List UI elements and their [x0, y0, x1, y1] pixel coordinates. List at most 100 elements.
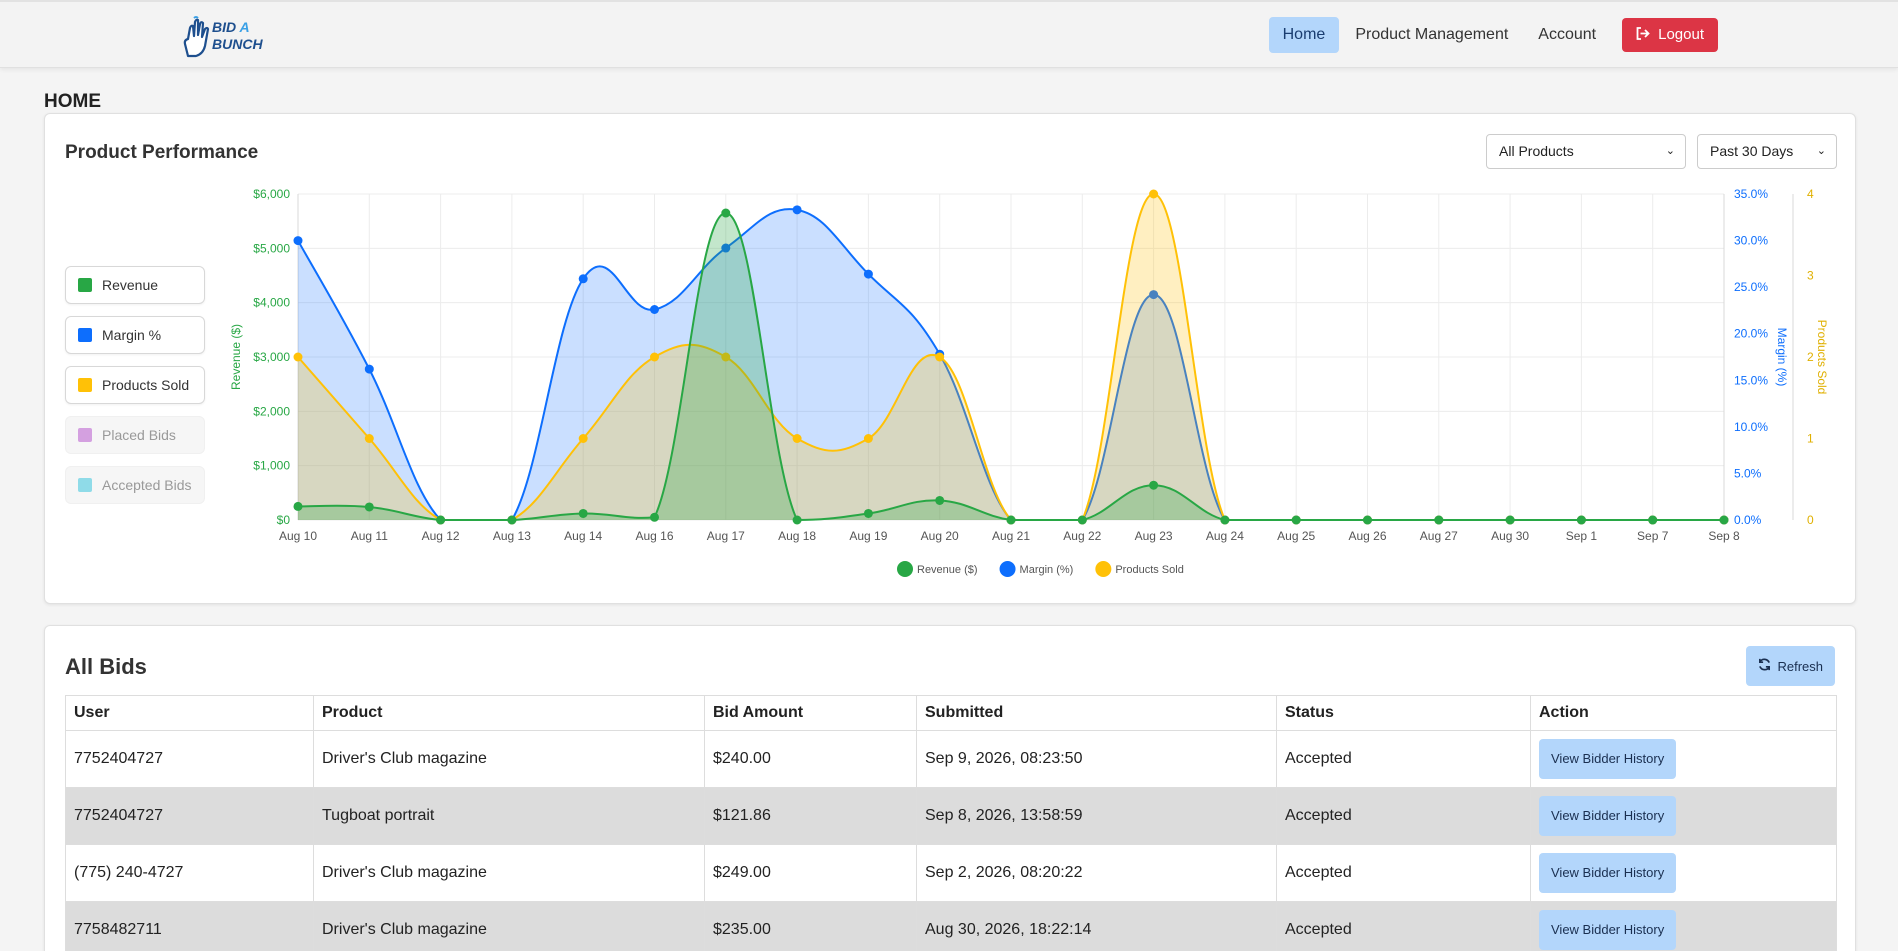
cell-action: View Bidder History [1530, 901, 1837, 951]
cell-product: Driver's Club magazine [313, 730, 705, 788]
y-tick-label-products-sold: 3 [1807, 269, 1814, 283]
data-point-revenue [1719, 515, 1729, 525]
y-tick-label-margin: 10.0% [1734, 420, 1768, 434]
bids-table: User Product Bid Amount Submitted Status… [65, 695, 1837, 951]
data-point-revenue [1648, 515, 1658, 525]
legend-marker-revenue [897, 561, 913, 577]
view-bidder-history-button[interactable]: View Bidder History [1539, 796, 1677, 836]
y-tick-label-margin: 5.0% [1734, 466, 1762, 480]
cell-action: View Bidder History [1530, 844, 1837, 902]
data-point-margin [578, 274, 588, 284]
nav-home[interactable]: Home [1268, 17, 1340, 53]
y-tick-label-revenue: $1,000 [253, 459, 290, 473]
x-tick-label: Sep 7 [1637, 529, 1669, 543]
column-header-submitted: Submitted [916, 695, 1277, 731]
navbar: BID A BUNCH Home Product Management Acco… [0, 0, 1898, 68]
y-tick-label-margin: 20.0% [1734, 327, 1768, 341]
x-tick-label: Aug 12 [422, 529, 460, 543]
column-header-status: Status [1276, 695, 1531, 731]
data-point-revenue [1576, 515, 1586, 525]
data-point-products-sold [1149, 189, 1159, 199]
column-header-user: User [65, 695, 314, 731]
data-point-revenue [1006, 515, 1016, 525]
x-tick-label: Aug 17 [707, 529, 745, 543]
x-tick-label: Aug 10 [279, 529, 317, 543]
logout-button[interactable]: Logout [1622, 18, 1718, 52]
product-performance-card: Product Performance All Products ⌄ Past … [44, 113, 1856, 604]
table-row: 7752404727 Driver's Club magazine $240.0… [65, 730, 1837, 788]
data-point-products-sold [863, 434, 873, 443]
y-tick-label-products-sold: 1 [1807, 432, 1814, 446]
y-tick-label-revenue: $6,000 [253, 187, 290, 201]
view-bidder-history-button[interactable]: View Bidder History [1539, 910, 1677, 950]
y-tick-label-revenue: $0 [277, 513, 291, 527]
cell-user: 7752404727 [65, 787, 314, 845]
data-point-products-sold [364, 434, 374, 443]
bids-title: All Bids [65, 654, 147, 679]
cell-submitted: Sep 2, 2026, 08:20:22 [916, 844, 1277, 902]
legend-label-products-sold: Products Sold [1115, 564, 1183, 576]
data-point-revenue [935, 495, 945, 505]
x-tick-label: Aug 11 [351, 529, 388, 543]
y-tick-label-revenue: $3,000 [253, 350, 290, 364]
legend-label-margin: Margin (%) [1020, 564, 1074, 576]
data-point-revenue [1149, 480, 1159, 490]
data-point-margin [792, 205, 802, 215]
table-row: 7752404727 Tugboat portrait $121.86 Sep … [65, 787, 1837, 845]
column-header-product: Product [313, 695, 705, 731]
y-tick-label-revenue: $2,000 [253, 404, 290, 418]
refresh-icon [1758, 658, 1771, 674]
data-point-products-sold [935, 352, 945, 362]
logo-text: BID A BUNCH [212, 19, 263, 52]
data-point-margin [863, 269, 873, 279]
data-point-revenue [792, 515, 802, 525]
y-tick-label-products-sold: 2 [1807, 350, 1814, 364]
x-tick-label: Aug 20 [921, 529, 959, 543]
cell-bid-amount: $121.86 [704, 787, 917, 845]
x-tick-label: Aug 14 [564, 529, 602, 543]
data-point-revenue [1220, 515, 1230, 525]
view-bidder-history-button[interactable]: View Bidder History [1539, 853, 1677, 893]
data-point-revenue [1077, 515, 1087, 525]
data-point-revenue [1291, 515, 1301, 525]
all-bids-card: All Bids Refresh User Product Bid Amount… [44, 625, 1856, 951]
logout-label: Logout [1658, 26, 1704, 43]
data-point-products-sold [650, 352, 659, 362]
y-tick-label-margin: 30.0% [1734, 234, 1768, 248]
data-point-margin [650, 304, 659, 314]
sign-out-icon [1636, 18, 1650, 52]
cell-submitted: Sep 9, 2026, 08:23:50 [916, 730, 1277, 788]
data-point-products-sold [293, 352, 303, 362]
y-axis-title-revenue: Revenue ($) [229, 324, 243, 390]
nav-account[interactable]: Account [1524, 17, 1610, 53]
x-tick-label: Aug 16 [635, 529, 673, 543]
data-point-margin [293, 236, 303, 246]
y-tick-label-products-sold: 0 [1807, 513, 1814, 527]
x-tick-label: Sep 8 [1708, 529, 1740, 543]
cell-submitted: Sep 8, 2026, 13:58:59 [916, 787, 1277, 845]
data-point-revenue [1363, 515, 1372, 525]
legend-marker-products-sold [1095, 561, 1112, 577]
data-point-products-sold [792, 434, 802, 443]
data-point-products-sold [578, 434, 588, 443]
nav-product-management[interactable]: Product Management [1341, 17, 1522, 53]
data-point-revenue [436, 515, 446, 525]
x-tick-label: Aug 18 [778, 529, 816, 543]
data-point-revenue [578, 508, 588, 518]
logo[interactable]: BID A BUNCH [182, 16, 272, 58]
refresh-button[interactable]: Refresh [1746, 646, 1835, 686]
table-row: 7758482711 Driver's Club magazine $235.0… [65, 901, 1837, 951]
x-tick-label: Aug 27 [1420, 529, 1458, 543]
legend-marker-margin [999, 561, 1016, 577]
data-point-revenue [650, 512, 659, 522]
view-bidder-history-button[interactable]: View Bidder History [1539, 739, 1677, 779]
column-header-action: Action [1530, 695, 1837, 731]
column-header-bid-amount: Bid Amount [704, 695, 917, 731]
y-tick-label-products-sold: 4 [1807, 187, 1814, 201]
x-tick-label: Aug 19 [849, 529, 887, 543]
cell-status: Accepted [1276, 787, 1531, 845]
y-tick-label-margin: 15.0% [1734, 373, 1768, 387]
cell-bid-amount: $249.00 [704, 844, 917, 902]
cell-user: 7752404727 [65, 730, 314, 788]
table-row: (775) 240-4727 Driver's Club magazine $2… [65, 844, 1837, 902]
